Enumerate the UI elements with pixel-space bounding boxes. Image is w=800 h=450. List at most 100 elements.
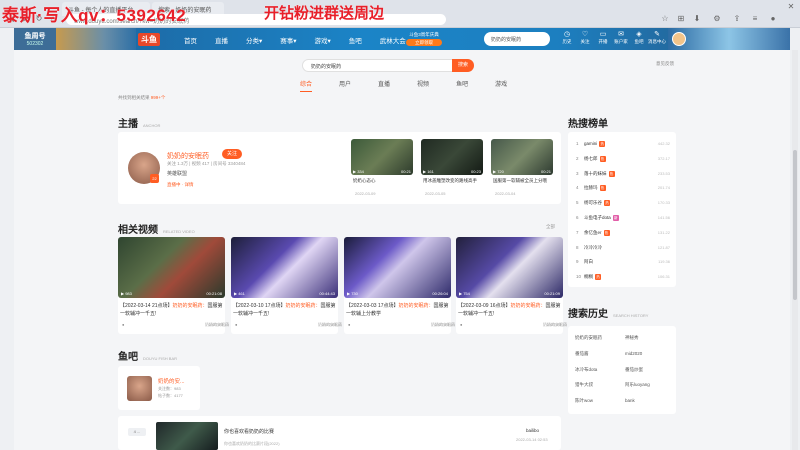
hot-keyword[interactable]: 桐桐热 [584,274,601,281]
hot-list-item[interactable]: 7 余亿鱼er 热 131.22 [576,229,670,240]
hot-list-item[interactable]: 3 落十的妹妹热 233.53 [576,170,670,181]
user-banner[interactable] [668,28,790,50]
streamer-category[interactable]: 英雄联盟 [167,170,187,177]
tab-videos[interactable]: 视频 [417,79,429,92]
hot-list-item[interactable]: 10 桐桐热 106.31 [576,274,670,284]
hot-score: 106.31 [657,274,670,280]
feedback-link[interactable]: 意见反馈 [656,61,674,67]
video-thumbnail[interactable]: ▶ 334 00:21 [351,139,413,175]
history-item[interactable]: bank [625,398,635,403]
hot-keyword[interactable]: 阿白 [584,259,593,265]
hot-list-item[interactable]: 1 gamini 热 442.32 [576,141,670,151]
video-title[interactable]: 【2022-03-14 21点场】奶奶的安眠药：国服第一软辅冲一千五! [120,302,227,318]
video-thumbnail[interactable]: ▶ 730 00:26:04 [344,237,451,298]
history-icon[interactable]: ◷ 历史 [558,30,576,45]
history-item[interactable]: 冰冷布dota [575,367,597,373]
follow-button[interactable]: 关注 [222,149,242,159]
video-thumbnail[interactable]: ▶ 983 00:21:08 [118,237,225,298]
history-item[interactable]: 番茄炒蛋 [625,367,643,373]
hot-list-item[interactable]: 5 杨可乐谷热 170.33 [576,200,670,210]
account-icon[interactable]: ✉ 账户家 [612,30,630,45]
tab-fishbar[interactable]: 鱼吧 [456,79,468,92]
hot-list-item[interactable]: 8 冷冷冷冷 121.87 [576,245,670,255]
search-button[interactable]: 搜索 [452,59,474,72]
tab-users[interactable]: 用户 [339,79,351,92]
video-title[interactable]: 国服第一软辅被全员上分哦 [493,178,553,184]
hot-keyword[interactable]: gamini 热 [584,141,606,147]
header-banner[interactable] [56,28,136,50]
close-icon[interactable]: ✕ [786,2,796,12]
nav-item-fishbar[interactable]: 鱼吧 [349,35,362,45]
message-icon[interactable]: ✎ 消息中心 [648,30,666,45]
follow-icon[interactable]: ♡ 关注 [576,30,594,45]
profile-icon[interactable]: ● [768,14,778,24]
broadcast-icon[interactable]: ▭ 开播 [594,30,612,45]
related-more-link[interactable]: 全部 [546,224,555,230]
post-author[interactable]: bailibo [526,428,539,433]
nav-item-live[interactable]: 直播 [215,35,228,45]
fishbar-name[interactable]: 奶奶的安... [158,377,185,385]
post-title[interactable]: 你也喜欢看奶奶的比赛 [224,428,274,435]
nav-item-home[interactable]: 首页 [184,35,197,45]
hot-keyword[interactable]: 落十的妹妹热 [584,170,615,177]
video-title[interactable]: 奶奶心态心 [353,178,413,184]
hot-list-item[interactable]: 4 拉赫玛热 201.74 [576,185,670,195]
page-scrollbar[interactable] [792,50,798,450]
hot-keyword[interactable]: 斗鱼电子dota 新 [584,215,619,221]
tab-all[interactable]: 综合 [300,79,313,92]
history-item[interactable]: mid2020 [625,351,642,356]
hot-list-item[interactable]: 6 斗鱼电子dota 新 141.56 [576,215,670,225]
video-thumbnail[interactable]: ▶ 461 00:44:43 [231,237,338,298]
streamer-avatar[interactable]: 22 [128,152,160,184]
hot-keyword[interactable]: 余亿鱼er 热 [584,229,610,236]
extension-icon[interactable]: ⊞ [676,14,686,24]
history-item[interactable]: 番茄酱 [575,351,589,357]
video-title[interactable]: 用冰盖雕塑改变的路线高手 [423,178,483,184]
hot-list-item[interactable]: 2 杨七郎热 372.17 [576,155,670,166]
hot-rank: 9 [576,259,579,265]
brand-logo[interactable]: 斗鱼 [138,33,160,46]
menu-icon[interactable]: ≡ [750,14,760,24]
history-item[interactable]: 神秘秀 [625,335,639,341]
search-input[interactable]: 奶奶的安眠药 搜索 [302,59,474,72]
history-item[interactable]: 奶奶的安眠药 [575,335,602,341]
header-search-input[interactable]: 奶奶的安眠药 [484,32,550,46]
video-title[interactable]: 【2022-03-10 17点场】奶奶的安眠药：国服第一软辅冲一千五! [233,302,340,318]
history-item[interactable]: 阿乐luoyang [625,382,650,388]
streamer-room-link[interactable]: 直播中 · 详情 [167,182,194,188]
gear-icon[interactable]: ⚙ [712,14,722,24]
streamer-name[interactable]: 奶奶的安眠药 [167,151,209,161]
nav-item-category[interactable]: 分类▾ [246,35,262,45]
hot-badge: 热 [599,141,606,147]
hot-list-item[interactable]: 9 阿白 119.36 [576,259,670,269]
history-item[interactable]: 陈叶wow [575,398,593,404]
user-avatar[interactable] [672,32,686,46]
nav-item-wulin[interactable]: 武林大会 [380,35,406,45]
fishbar-avatar[interactable] [127,376,152,401]
video-thumbnail[interactable]: ▶ 754 00:21:09 [456,237,563,298]
downloads-icon[interactable]: ⬇ [692,14,702,24]
bookmark-icon[interactable]: ☆ [660,14,670,24]
hot-keyword[interactable]: 杨可乐谷热 [584,200,610,207]
video-title[interactable]: 【2022-03-03 17点场】奶奶的安眠药：国服第一软辅上分教学 [346,302,453,318]
video-author: ● 奶奶的安眠药 2022-03-15 [122,322,229,327]
hot-keyword[interactable]: 杨七郎热 [584,155,606,162]
nav-item-games[interactable]: 游戏▾ [315,35,331,45]
tab-games[interactable]: 游戏 [495,79,507,92]
fishbar-icon[interactable]: ◈ 鱼吧 [630,30,648,45]
video-title[interactable]: 【2022-03-09 16点场】奶奶的安眠药：国服第一软辅冲一千五! [458,302,565,318]
hot-keyword[interactable]: 冷冷冷冷 [584,245,602,251]
video-thumbnail[interactable]: ▶ 161 00:23 [421,139,483,175]
site-logo[interactable]: 鱼周号 502302 [14,28,56,50]
section-title-anchor: 主播 ANCHOR [118,119,161,130]
nav-item-esports[interactable]: 赛事▾ [280,35,296,45]
scrollbar-thumb[interactable] [793,150,797,300]
video-date: 2022-03-05 [425,191,446,196]
history-item[interactable]: 猎牛大叔 [575,382,593,388]
promo-widget[interactable]: 斗鱼3周年庆典 立即领取 [406,31,442,47]
share-icon[interactable]: ⇪ [732,14,742,24]
post-thumbnail[interactable] [156,422,218,450]
video-thumbnail[interactable]: ▶ 720 00:21 [491,139,553,175]
tab-live[interactable]: 直播 [378,79,390,92]
hot-keyword[interactable]: 拉赫玛热 [584,185,606,192]
